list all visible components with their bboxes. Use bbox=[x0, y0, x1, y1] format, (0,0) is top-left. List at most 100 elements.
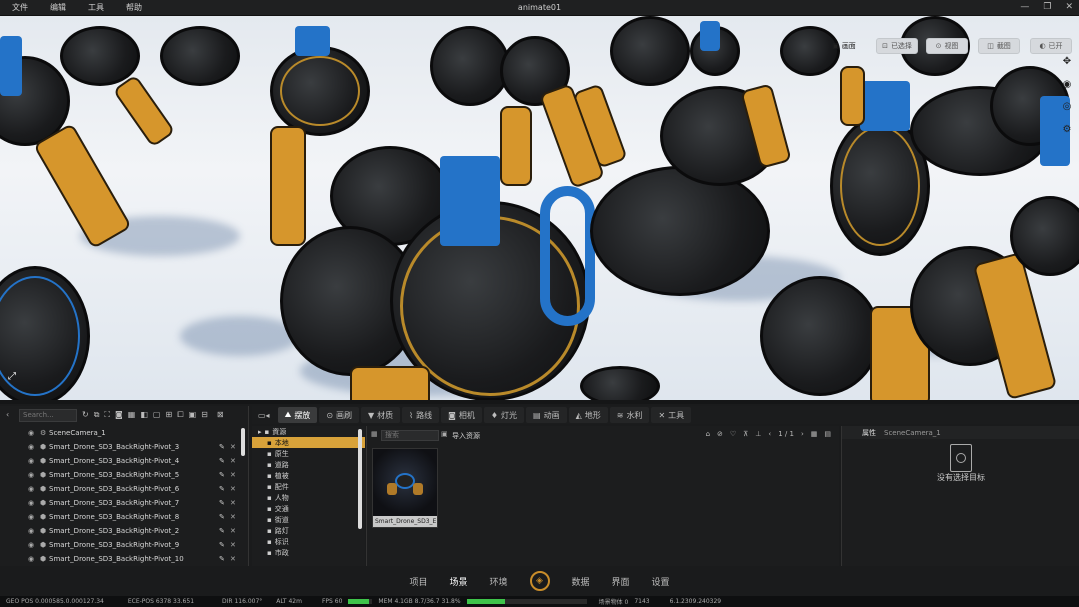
category-item[interactable]: ▪ 标识 bbox=[252, 536, 365, 547]
collapse-icon[interactable]: ‹ bbox=[6, 410, 9, 419]
eye-icon[interactable]: ◉ bbox=[28, 541, 34, 549]
tab-place[interactable]: ⛰ 摆放 bbox=[277, 407, 318, 423]
sort-icon[interactable]: ⊼ bbox=[743, 430, 748, 438]
category-scrollbar[interactable] bbox=[358, 429, 362, 529]
close-icon[interactable]: ✕ bbox=[1065, 2, 1073, 12]
close-icon[interactable]: ✕ bbox=[230, 513, 236, 521]
fit-icon[interactable]: ⛶ bbox=[104, 410, 110, 420]
menu-file[interactable]: 文件 bbox=[12, 2, 28, 13]
tab-water[interactable]: ≋ 水利 bbox=[609, 407, 650, 423]
nav-data[interactable]: 数据 bbox=[572, 575, 590, 588]
tab-route[interactable]: ⌇ 路线 bbox=[402, 407, 440, 423]
list-item[interactable]: ◉ ⬢ Smart_Drone_SD3_BackRight-Pivot_7 ✎ ✕ bbox=[0, 496, 238, 510]
close-icon[interactable]: ✕ bbox=[230, 541, 236, 549]
viewport-select-button[interactable]: ⊡ 已选择 bbox=[876, 38, 918, 54]
tab-tools[interactable]: ✕ 工具 bbox=[651, 407, 692, 423]
edit-icon[interactable]: ✎ bbox=[219, 513, 225, 521]
close-icon[interactable]: ✕ bbox=[230, 485, 236, 493]
eye-icon[interactable]: ◉ bbox=[28, 527, 34, 535]
edit-icon[interactable]: ✎ bbox=[219, 527, 225, 535]
panel-icon[interactable]: ⊠ bbox=[217, 410, 224, 420]
grid-icon[interactable]: ▦ bbox=[371, 430, 378, 438]
asset-search-input[interactable]: 搜索 bbox=[381, 430, 439, 441]
category-item[interactable]: ▪ 交通 bbox=[252, 503, 365, 514]
list-item[interactable]: ◉ ⬢ Smart_Drone_SD3_BackRight-Pivot_6 ✎ ✕ bbox=[0, 482, 238, 496]
list-view-icon[interactable]: ▤ bbox=[824, 430, 831, 438]
tab-terrain[interactable]: ◭ 地形 bbox=[568, 407, 608, 423]
list-item[interactable]: ◉ ⬢ Smart_Drone_SD3_BackRight-Pivot_2 ✎ ✕ bbox=[0, 524, 238, 538]
filter-icon[interactable]: ⊥ bbox=[755, 430, 761, 438]
category-item[interactable]: ▸ ▪ 資源 bbox=[252, 426, 365, 437]
scene-viewport[interactable]: ▣ 画面 ⊡ 已选择 ⊙ 视图 ◫ 截图 ◐ 已开 ✥ ◉ ◎ ⚙ ⤢ bbox=[0, 16, 1079, 400]
eye-icon[interactable]: ◉ bbox=[28, 429, 34, 437]
tab-material[interactable]: ▼ 材质 bbox=[361, 407, 401, 423]
edit-icon[interactable]: ✎ bbox=[219, 471, 225, 479]
list-item[interactable]: ◉ ⚙ SceneCamera_1 bbox=[0, 426, 238, 440]
category-item[interactable]: ▪ 市政 bbox=[252, 547, 365, 558]
move-icon[interactable]: ✥ bbox=[1060, 56, 1074, 70]
close-icon[interactable]: ✕ bbox=[230, 555, 236, 563]
close-icon[interactable]: ✕ bbox=[230, 443, 236, 451]
category-item[interactable]: ▪ 街道 bbox=[252, 514, 365, 525]
nav-project[interactable]: 项目 bbox=[409, 575, 427, 588]
menu-tools[interactable]: 工具 bbox=[88, 2, 104, 13]
viewport-screenshot-button[interactable]: ◫ 截图 bbox=[978, 38, 1020, 54]
tab-brush[interactable]: ⊙ 画刷 bbox=[319, 407, 360, 423]
list-item[interactable]: ◉ ⬢ Smart_Drone_SD3_BackRight-Pivot_8 ✎ ✕ bbox=[0, 510, 238, 524]
list-item[interactable]: ◉ ⬢ Smart_Drone_SD3_BackRight-Pivot_4 ✎ ✕ bbox=[0, 454, 238, 468]
asset-tile[interactable]: Smart_Drone_SD3_E bbox=[372, 448, 438, 528]
close-icon[interactable]: ✕ bbox=[230, 499, 236, 507]
next-page-icon[interactable]: › bbox=[801, 430, 804, 438]
close-icon[interactable]: ✕ bbox=[230, 457, 236, 465]
eye-icon[interactable]: ◉ bbox=[28, 499, 34, 507]
frame-icon[interactable]: ▢ bbox=[153, 410, 161, 420]
eye-icon[interactable]: ◉ bbox=[28, 457, 34, 465]
nav-settings[interactable]: 设置 bbox=[652, 575, 670, 588]
settings-icon[interactable]: ⚙ bbox=[1060, 124, 1074, 138]
eye-icon[interactable]: ◉ bbox=[28, 485, 34, 493]
list-item[interactable]: ◉ ⬢ Smart_Drone_SD3_BackRight-Pivot_10 ✎ ✕ bbox=[0, 552, 238, 566]
tab-light[interactable]: ♦ 灯光 bbox=[483, 407, 525, 423]
expand-icon[interactable]: ⤢ bbox=[8, 371, 16, 382]
outliner-search-input[interactable]: Search... bbox=[19, 409, 77, 422]
grid-icon[interactable]: ▦ bbox=[128, 410, 136, 420]
nav-environment[interactable]: 环境 bbox=[489, 575, 507, 588]
nav-scene[interactable]: 场景 bbox=[449, 575, 467, 588]
list-item[interactable]: ◉ ⬢ Smart_Drone_SD3_BackRight-Pivot_9 ✎ ✕ bbox=[0, 538, 238, 552]
home-icon[interactable]: ⌂ bbox=[706, 430, 710, 438]
eye-icon[interactable]: ◉ bbox=[28, 443, 34, 451]
video-icon[interactable]: ▭◂ bbox=[252, 411, 276, 420]
app-logo-icon[interactable]: ◈ bbox=[529, 571, 550, 591]
viewport-display-button[interactable]: ▣ 画面 bbox=[826, 38, 862, 54]
menu-edit[interactable]: 编辑 bbox=[50, 2, 66, 13]
grid-view-icon[interactable]: ▦ bbox=[811, 430, 818, 438]
edit-icon[interactable]: ✎ bbox=[219, 555, 225, 563]
refresh-icon[interactable]: ↻ bbox=[82, 410, 89, 420]
close-icon[interactable]: ✕ bbox=[230, 527, 236, 535]
eye-icon[interactable]: ◉ bbox=[28, 513, 34, 521]
category-item[interactable]: ▪ 植被 bbox=[252, 470, 365, 481]
viewport-toggle-button[interactable]: ◐ 已开 bbox=[1030, 38, 1072, 54]
import-button[interactable]: 导入资源 bbox=[452, 431, 480, 441]
edit-icon[interactable]: ✎ bbox=[219, 541, 225, 549]
category-item[interactable]: ▪ 道路 bbox=[252, 459, 365, 470]
close-icon[interactable]: ✕ bbox=[230, 471, 236, 479]
layers-icon[interactable]: ◧ bbox=[140, 410, 148, 420]
nav-interface[interactable]: 界面 bbox=[612, 575, 630, 588]
tab-camera[interactable]: ◙ 相机 bbox=[441, 407, 482, 423]
eye-icon[interactable]: ◉ bbox=[28, 471, 34, 479]
prev-page-icon[interactable]: ‹ bbox=[768, 430, 771, 438]
category-item[interactable]: ▪ 人物 bbox=[252, 492, 365, 503]
eye-icon[interactable]: ◉ bbox=[28, 555, 34, 563]
menu-help[interactable]: 帮助 bbox=[126, 2, 142, 13]
favorite-icon[interactable]: ♡ bbox=[730, 430, 736, 438]
copy-icon[interactable]: ⧉ bbox=[94, 410, 100, 420]
group-icon[interactable]: ⊞ bbox=[165, 410, 172, 420]
edit-icon[interactable]: ✎ bbox=[219, 457, 225, 465]
edit-icon[interactable]: ✎ bbox=[219, 485, 225, 493]
delete-icon[interactable]: ⊟ bbox=[201, 410, 208, 420]
camera-icon[interactable]: ◙ bbox=[115, 410, 123, 420]
tab-animation[interactable]: ▤ 动画 bbox=[526, 407, 567, 423]
category-item[interactable]: ▪ 路灯 bbox=[252, 525, 365, 536]
outliner-scrollbar[interactable] bbox=[241, 428, 245, 456]
